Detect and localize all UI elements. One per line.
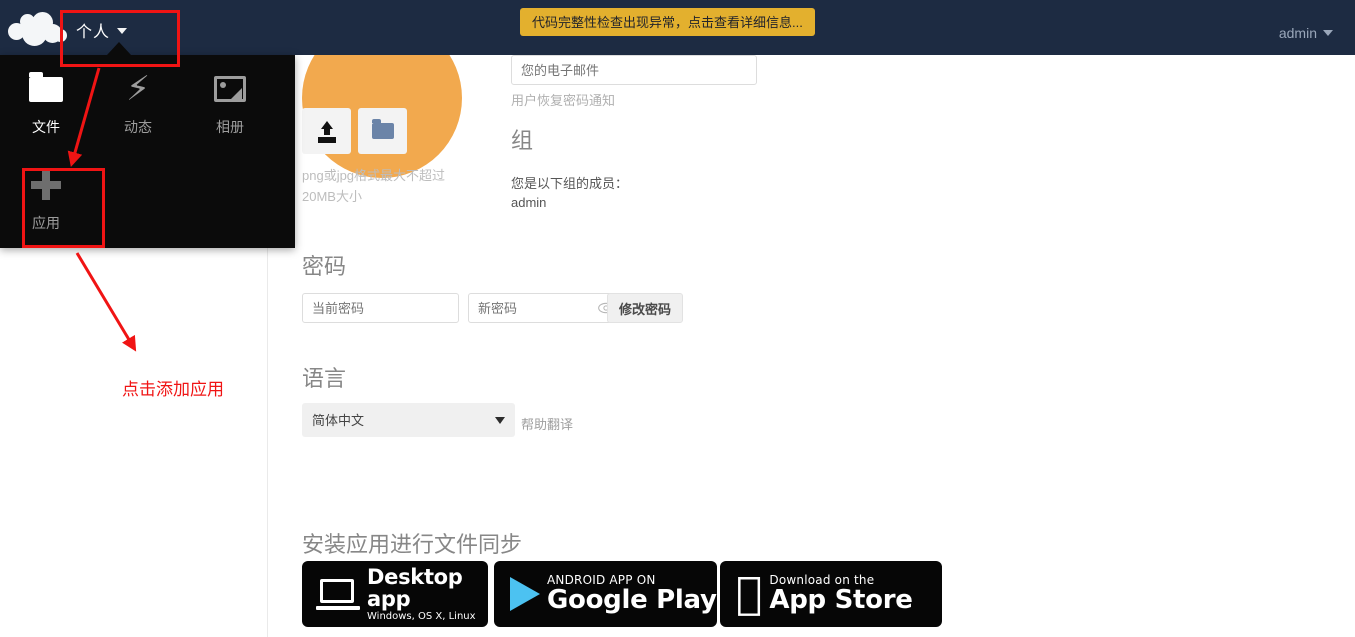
avatar-hint-text: png或jpg格式最大不超过20MB大小 (302, 168, 446, 204)
logo-blob (54, 29, 67, 42)
appmenu-arrow (107, 42, 131, 55)
appmenu-item-gallery[interactable]: 相册 (184, 69, 276, 137)
android-badge-title: Google Play (547, 584, 717, 615)
folder-icon (0, 69, 92, 109)
play-store-icon (510, 577, 540, 611)
appmenu-item-label: 文件 (32, 119, 60, 135)
groups-heading: 组 (511, 128, 534, 153)
badge-text: Download on the App Store (769, 574, 912, 614)
password-heading: 密码 (302, 254, 347, 279)
appmenu-item-activity[interactable]: ⚡ 动态 (92, 69, 184, 137)
folder-icon (371, 119, 394, 139)
appmenu-toggle-personal[interactable]: 个人 (76, 18, 128, 42)
avatar-select-from-files-button[interactable] (358, 108, 407, 154)
appmenu-item-label: 应用 (32, 215, 60, 231)
chevron-down-icon (117, 28, 128, 34)
appmenu-item-apps[interactable]: 应用 (0, 165, 92, 233)
integrity-warning-banner[interactable]: 代码完整性检查出现异常，点击查看详细信息... (520, 8, 815, 36)
user-menu-label: admin (1278, 25, 1317, 41)
language-heading: 语言 (302, 366, 347, 391)
appmenu-item-files[interactable]: 文件 (0, 69, 92, 137)
google-play-badge[interactable]: ANDROID APP ON Google Play (494, 561, 717, 627)
current-password-field[interactable] (302, 293, 459, 323)
appmenu-toggle-label: 个人 (76, 24, 111, 41)
badge-text: Desktop app Windows, OS X, Linux (367, 566, 488, 623)
bolt-icon: ⚡ (126, 70, 150, 108)
email-hint-text: 用户恢复密码通知 (511, 93, 616, 108)
email-field[interactable] (511, 55, 757, 85)
badge-text: ANDROID APP ON Google Play (547, 574, 717, 614)
personal-settings-content: png或jpg格式最大不超过20MB大小 用户恢复密码通知 组 您是以下组的成员… (269, 55, 1355, 637)
groups-list: admin (511, 195, 547, 210)
language-select[interactable]: 简体中文 (302, 403, 515, 437)
help-translate-link[interactable]: 帮助翻译 (521, 414, 573, 433)
appmenu-item-label: 动态 (124, 119, 152, 135)
chevron-down-icon (1323, 30, 1333, 36)
change-password-button[interactable]: 修改密码 (607, 293, 684, 323)
desktop-badge-subtitle: Windows, OS X, Linux (367, 610, 476, 622)
user-menu-button[interactable]: admin (1279, 25, 1333, 41)
upload-icon (318, 121, 336, 141)
avatar-upload-button[interactable] (302, 108, 351, 154)
picture-icon (184, 69, 276, 109)
desktop-app-badge[interactable]: Desktop app Windows, OS X, Linux (302, 561, 488, 627)
clients-heading: 安装应用进行文件同步 (302, 532, 523, 557)
app-store-badge[interactable]:  Download on the App Store (720, 561, 942, 627)
appmenu-popup: 文件 ⚡ 动态 相册 应用 (0, 55, 295, 248)
apple-icon:  (736, 572, 762, 616)
appmenu-row: 应用 (0, 165, 295, 233)
appmenu-row: 文件 ⚡ 动态 相册 (0, 69, 295, 137)
plus-icon (0, 165, 92, 205)
desktop-badge-title: Desktop app (367, 564, 463, 611)
laptop-icon (316, 577, 360, 611)
appmenu-item-label: 相册 (216, 119, 244, 135)
top-header: 个人 代码完整性检查出现异常，点击查看详细信息... admin (0, 0, 1355, 55)
owncloud-logo[interactable] (6, 12, 68, 46)
groups-intro-text: 您是以下组的成员： (511, 176, 629, 191)
ios-badge-title: App Store (743, 584, 912, 615)
